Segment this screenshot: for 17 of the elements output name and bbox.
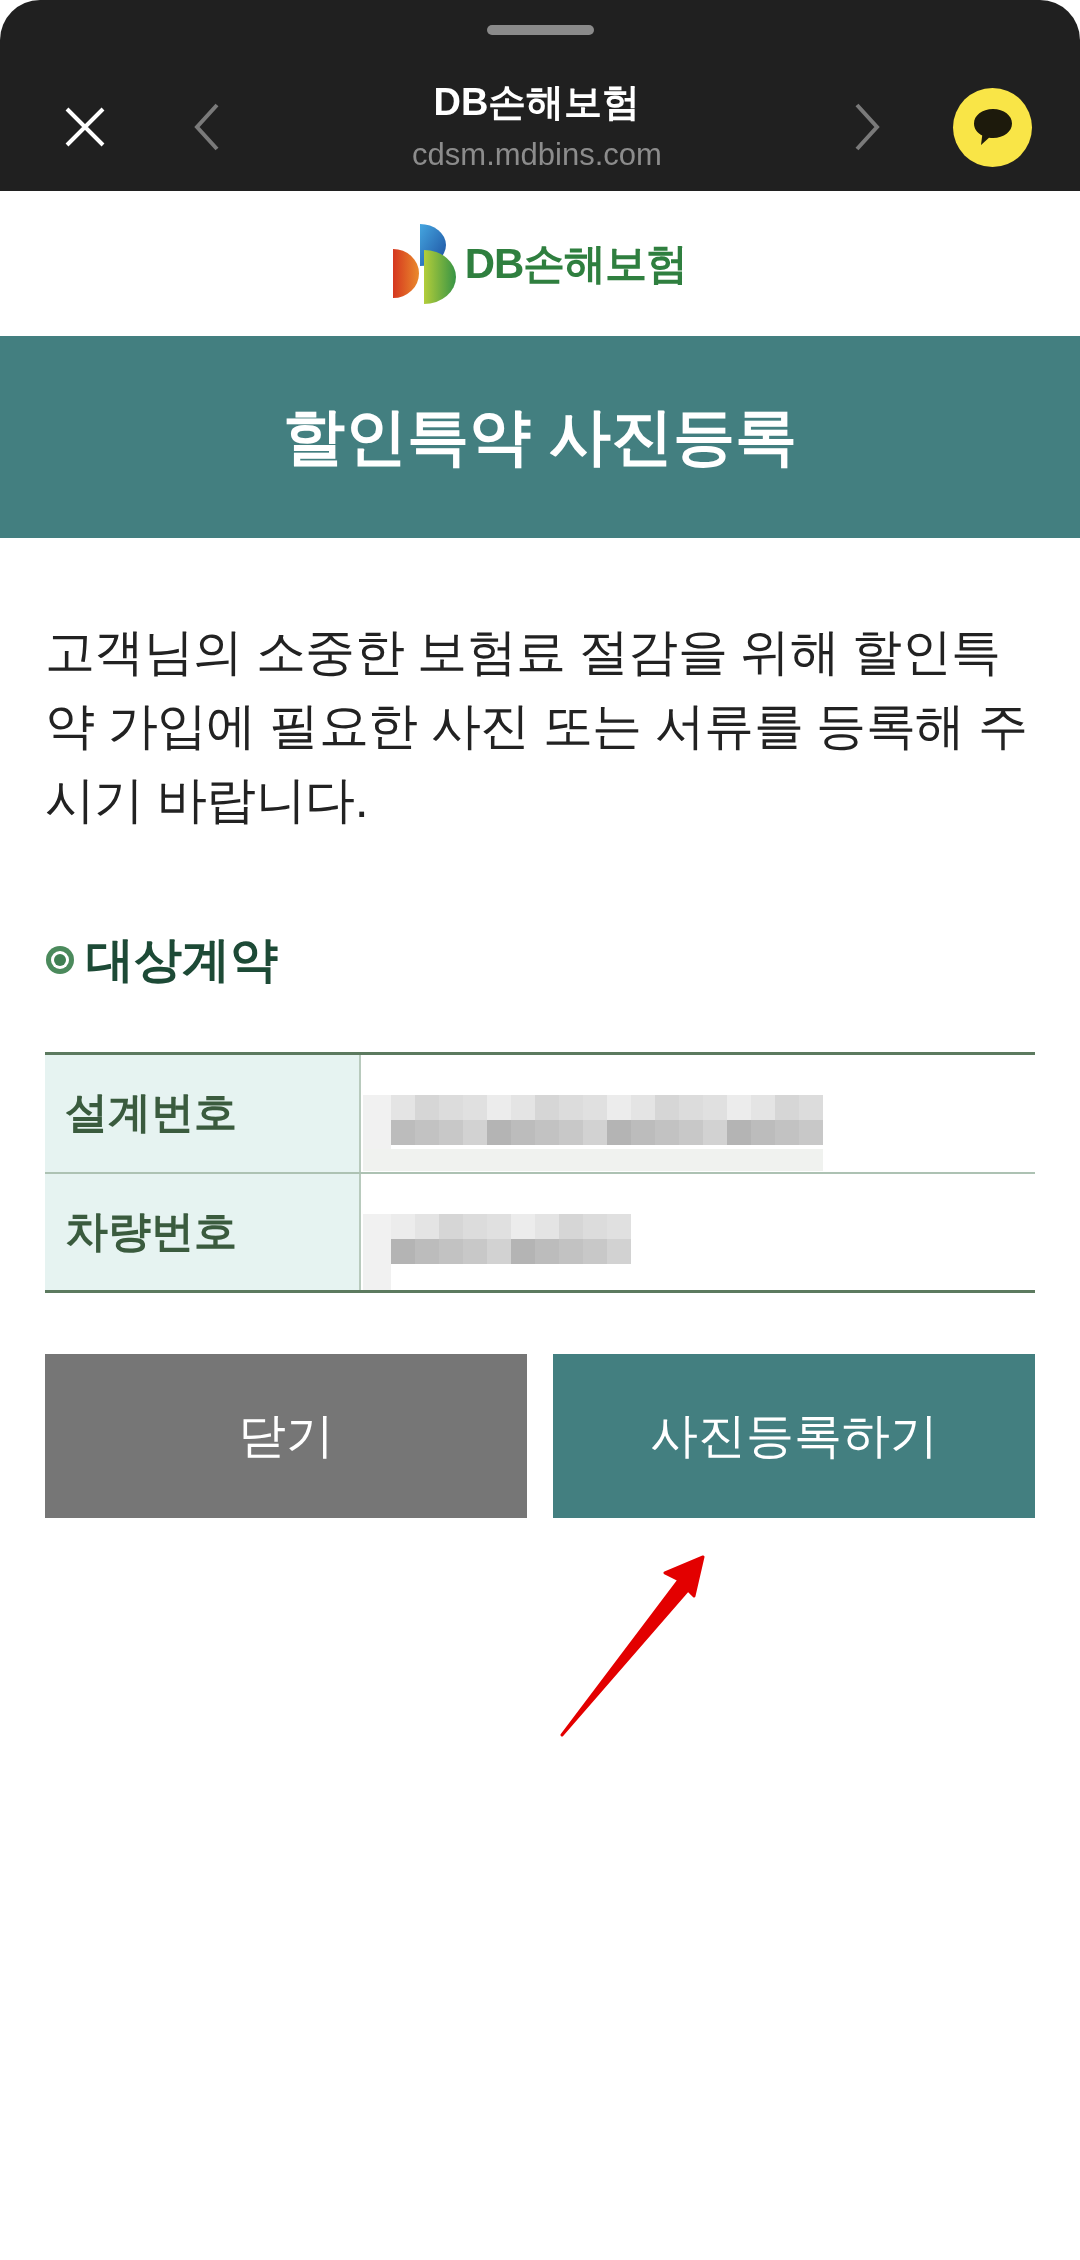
chevron-right-icon <box>854 103 880 151</box>
bullet-icon <box>46 946 74 974</box>
table-header-cell: 설계번호 <box>45 1053 360 1173</box>
intro-text: 고객님의 소중한 보험료 절감을 위해 할인특약 가입에 필요한 사진 또는 서류를 등록해 주시기 바랍니다. <box>45 623 1029 830</box>
drag-handle[interactable] <box>486 25 594 35</box>
speech-bubble-icon <box>972 108 1013 146</box>
logo-text: DB손해보험 <box>464 238 688 289</box>
close-icon <box>65 107 105 147</box>
page-heading: 할인특약 사진등록 <box>283 401 797 473</box>
table-header-cell: 차량번호 <box>45 1172 360 1292</box>
close-page-button[interactable]: 닫기 <box>45 1354 527 1518</box>
url-text: cdsm.mdbins.com <box>412 136 662 174</box>
section-title: 대상계약 <box>86 932 278 988</box>
chevron-left-icon <box>194 103 220 151</box>
page-title: DB손해보험 <box>433 80 641 125</box>
register-photo-button[interactable]: 사진등록하기 <box>553 1354 1035 1518</box>
half-disc-logo-icon <box>392 223 456 304</box>
